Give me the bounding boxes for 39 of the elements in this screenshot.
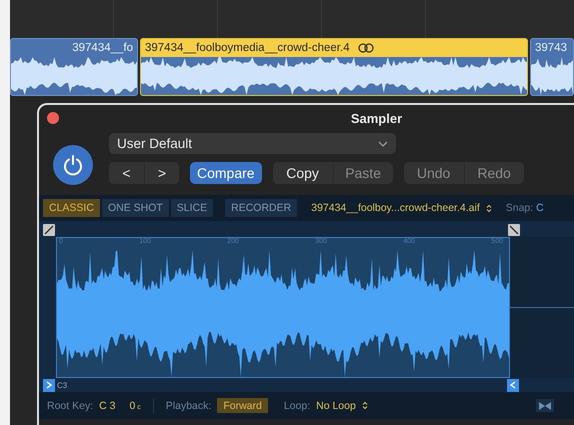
chevron-down-icon: [378, 140, 388, 146]
loop-selector[interactable]: No Loop: [316, 400, 356, 412]
nav-button[interactable]: >: [144, 162, 179, 184]
end-marker[interactable]: [507, 378, 519, 392]
start-marker[interactable]: [43, 378, 55, 392]
power-icon: [62, 154, 84, 176]
playback-label: Playback:: [166, 400, 212, 412]
region-name: 397434__foolboymedia__crowd-cheer.4: [145, 42, 350, 54]
loop-label: Loop:: [284, 400, 310, 412]
audio-region[interactable]: 397434__foolboymedia__crowd-cheer.4: [140, 38, 528, 96]
mode-tab[interactable]: CLASSIC: [43, 199, 100, 217]
power-button[interactable]: [53, 145, 93, 185]
recorder-tab[interactable]: RECORDER: [225, 199, 298, 217]
mode-tab[interactable]: SLICE: [170, 199, 214, 217]
audio-region[interactable]: 39743: [530, 38, 574, 96]
nav-button[interactable]: <: [109, 162, 144, 184]
file-selector[interactable]: 397434__foolboy...crowd-cheer.4.aif: [311, 202, 480, 214]
root-note-label: C3: [57, 380, 68, 390]
window-title: Sampler: [350, 110, 402, 126]
fade-in-handle[interactable]: [43, 224, 55, 236]
snap-label: Snap: C: [506, 202, 544, 214]
link-toggle-icon[interactable]: [536, 399, 554, 412]
mode-tab[interactable]: ONE SHOT: [102, 199, 169, 217]
region-name: 397434__fo: [72, 42, 133, 54]
region-name: 39743: [535, 42, 567, 54]
chevron-left-icon: [509, 381, 517, 389]
audio-region[interactable]: 397434__fo: [10, 38, 138, 96]
edit-button[interactable]: Copy: [272, 162, 333, 184]
waveform: [531, 57, 573, 95]
root-key-label: Root Key:: [47, 400, 94, 412]
root-key-value[interactable]: C 3: [99, 400, 116, 412]
chevron-right-icon: [45, 381, 53, 389]
compare-button[interactable]: Compare: [190, 162, 262, 184]
fade-out-handle[interactable]: [508, 224, 520, 236]
stepper-icon[interactable]: [486, 204, 492, 212]
preset-dropdown[interactable]: User Default: [109, 133, 396, 154]
playback-button[interactable]: Forward: [217, 398, 268, 413]
stepper-icon[interactable]: [362, 401, 368, 410]
close-button[interactable]: [47, 112, 59, 124]
